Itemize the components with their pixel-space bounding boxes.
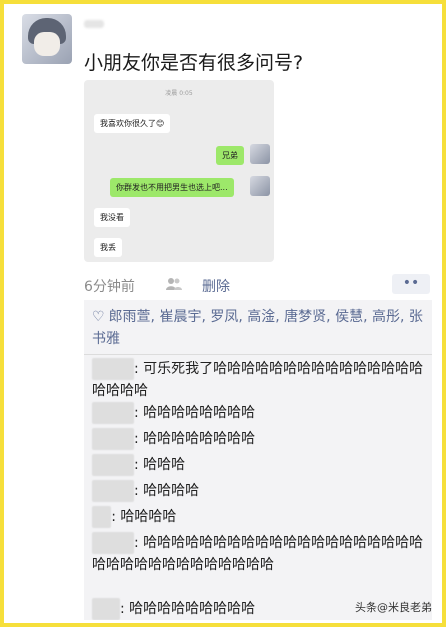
chat-avatar <box>250 176 270 196</box>
chat-message: 兄弟 <box>216 146 244 165</box>
post-text: 小朋友你是否有很多问号? <box>84 52 304 74</box>
commenter-name-blurred: 李多多 <box>92 480 134 502</box>
post-time: 6分钟前 <box>84 279 135 295</box>
delete-button[interactable]: 删除 <box>202 276 230 296</box>
chat-message: 你群发也不用把男生也选上吧... <box>110 178 234 197</box>
commenter-name-blurred: 徐彤彤 <box>92 532 134 554</box>
chat-screenshot-image[interactable]: 凌晨 0:05 我喜欢你很久了😊 兄弟 你群发也不用把男生也选上吧... 我没看… <box>84 80 274 262</box>
comment-item[interactable]: 姜丽阳: 哈哈哈哈哈哈哈哈 <box>92 428 424 450</box>
commenter-name-blurred: XX <box>92 506 112 528</box>
chat-time: 凌晨 0:05 <box>165 90 193 97</box>
watermark: 头条@米良老弟 <box>355 601 432 614</box>
comment-item[interactable]: 代宝宝: 可乐死我了哈哈哈哈哈哈哈哈哈哈哈哈哈哈哈哈哈哈哈 <box>92 358 424 402</box>
likes-row: ♡ 郎雨萱, 崔晨宇, 罗凤, 高淦, 唐梦贤, 侯慧, 高彤, 张书雅 <box>92 306 424 350</box>
likes-names[interactable]: 郎雨萱, 崔晨宇, 罗凤, 高淦, 唐梦贤, 侯慧, 高彤, 张书雅 <box>92 309 423 347</box>
comment-item[interactable]: 李多多: 哈哈哈哈 <box>92 480 424 502</box>
chat-message: 我丢 <box>94 238 122 257</box>
divider <box>84 354 432 355</box>
poster-avatar[interactable] <box>22 14 72 64</box>
commenter-name-blurred: 王一荟 <box>92 402 134 424</box>
commenter-name-blurred: 代宝宝 <box>92 358 134 380</box>
commenter-name-blurred: 刘丽君 <box>92 454 134 476</box>
chat-message: 我没看 <box>94 208 130 227</box>
chat-message: 我喜欢你很久了😊 <box>94 114 171 133</box>
comment-item[interactable]: 刘丽君: 哈哈哈 <box>92 454 424 476</box>
comment-item[interactable]: 徐彤彤: 哈哈哈哈哈哈哈哈哈哈哈哈哈哈哈哈哈哈哈哈哈哈哈哈哈哈哈哈哈哈哈哈哈 <box>92 532 424 576</box>
comment-item[interactable]: XX: 哈哈哈哈 <box>92 506 424 528</box>
chat-avatar <box>250 144 270 164</box>
comments-panel: ♡郎雨萱, 崔晨宇, 罗凤, 高淦, 唐梦贤, 侯慧, 高彤, 张书雅 代宝宝:… <box>84 300 432 620</box>
commenter-name-blurred: 张婷 <box>92 598 120 620</box>
commenter-name-blurred: 姜丽阳 <box>92 428 134 450</box>
heart-icon: ♡ <box>92 309 105 325</box>
comment-item[interactable]: 王一荟: 哈哈哈哈哈哈哈哈 <box>92 402 424 424</box>
people-icon <box>166 278 182 290</box>
more-button[interactable]: •• <box>392 274 430 294</box>
poster-name-blurred <box>84 20 104 28</box>
moments-post: 小朋友你是否有很多问号? 凌晨 0:05 我喜欢你很久了😊 兄弟 你群发也不用把… <box>4 4 442 623</box>
